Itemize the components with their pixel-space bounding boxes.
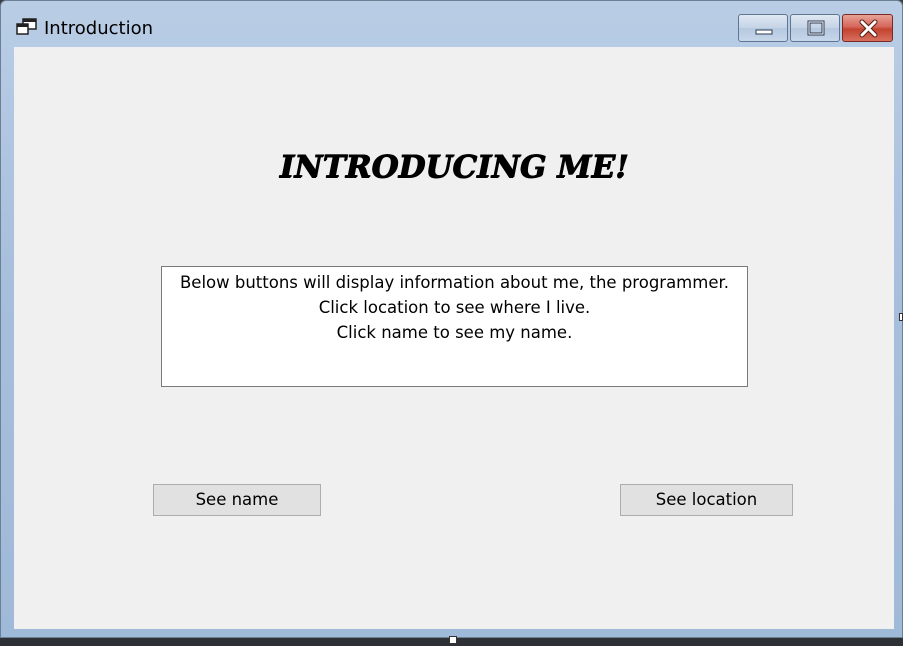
see-name-button[interactable]: See name: [153, 484, 321, 516]
maximize-button[interactable]: [790, 14, 840, 42]
introduction-window: Introduction INTRODUCING ME! Below butto…: [0, 0, 903, 638]
info-line: Click name to see my name.: [336, 323, 573, 342]
form-client-area: INTRODUCING ME! Below buttons will displ…: [14, 47, 894, 629]
close-button[interactable]: [842, 14, 893, 42]
window-title: Introduction: [44, 18, 154, 39]
info-line: Click location to see where I live.: [318, 298, 591, 317]
info-textbox[interactable]: Below buttons will display information a…: [161, 266, 748, 387]
resize-handle-right[interactable]: [899, 313, 903, 321]
windows-form-icon: [16, 18, 38, 36]
minimize-button[interactable]: [738, 14, 788, 42]
resize-handle-bottom[interactable]: [449, 636, 457, 644]
page-title: INTRODUCING ME!: [279, 149, 629, 185]
title-bar[interactable]: Introduction: [1, 1, 902, 47]
info-line: Below buttons will display information a…: [179, 273, 729, 292]
see-location-button[interactable]: See location: [620, 484, 793, 516]
